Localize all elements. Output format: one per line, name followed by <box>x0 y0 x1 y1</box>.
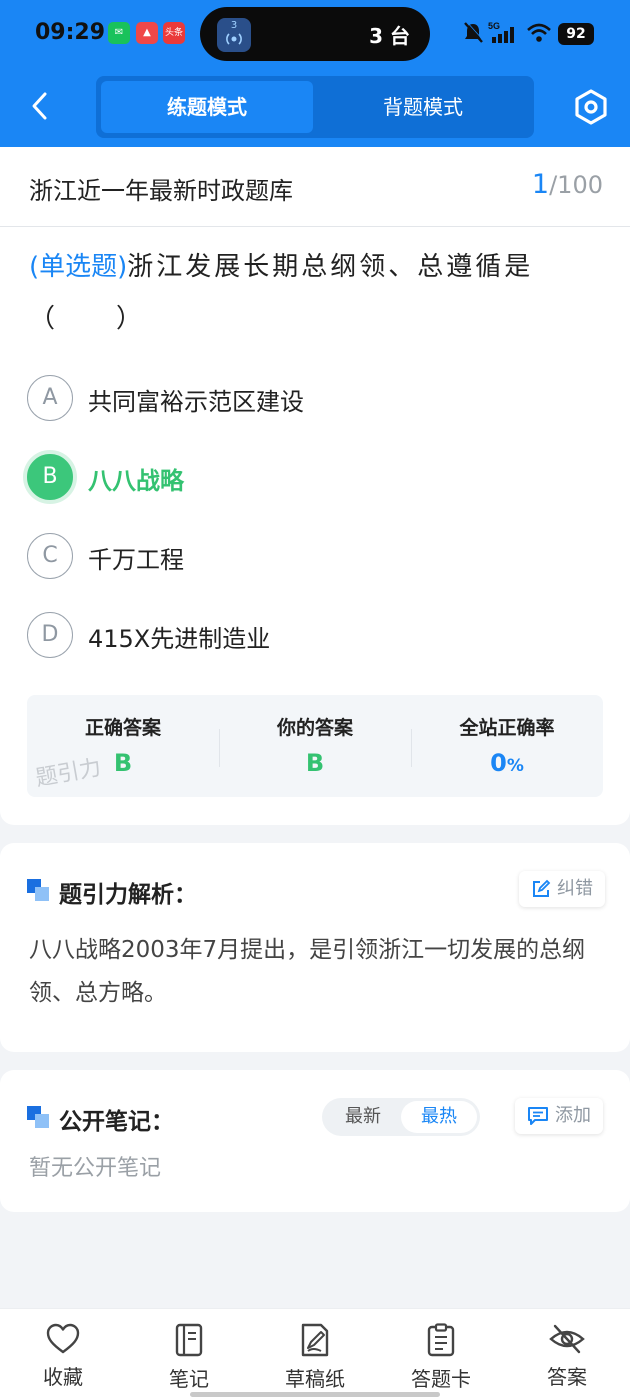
tab-draft[interactable]: 草稿纸 <box>260 1323 370 1400</box>
tab-label: 笔记 <box>169 1367 209 1391</box>
back-button[interactable] <box>22 88 58 124</box>
accuracy-unit: % <box>506 756 524 776</box>
option-text: 共同富裕示范区建设 <box>88 388 304 416</box>
option-text: 415X先进制造业 <box>88 625 271 653</box>
option-d[interactable]: D 415X先进制造业 <box>27 612 607 658</box>
tab-notes[interactable]: 笔记 <box>134 1323 244 1400</box>
your-answer: 你的答案 B <box>219 695 411 797</box>
toutiao-icon: 头条 <box>163 22 185 44</box>
tab-answer-sheet[interactable]: 答题卡 <box>386 1323 496 1400</box>
tab-practice-mode[interactable]: 练题模式 <box>101 81 313 133</box>
your-answer-value: B <box>305 749 325 777</box>
report-error-label: 纠错 <box>557 878 593 899</box>
site-accuracy-value: 0% <box>411 749 603 777</box>
report-error-button[interactable]: 纠错 <box>519 871 605 907</box>
clipboard-icon <box>427 1323 455 1357</box>
heart-icon <box>46 1323 80 1354</box>
answer-summary: 正确答案 B 题引力 你的答案 B 全站正确率 0% <box>27 695 603 797</box>
eye-off-icon <box>549 1324 585 1354</box>
tab-review-mode[interactable]: 背题模式 <box>317 81 529 133</box>
option-letter-badge: C <box>27 533 73 579</box>
nav-bar: 练题模式 背题模式 <box>0 66 630 147</box>
tab-label: 答案 <box>547 1365 587 1389</box>
question-type: (单选题) <box>29 252 128 282</box>
wifi-icon <box>527 23 551 42</box>
app-header: 09:29 ✉ ▲ 头条 3 3 台 5G 92 练题模式 背题模式 <box>0 0 630 147</box>
tab-favorite[interactable]: 收藏 <box>8 1323 118 1400</box>
tab-label: 答题卡 <box>411 1367 471 1391</box>
home-indicator[interactable] <box>190 1392 440 1397</box>
empty-notes-text: 暂无公开笔记 <box>29 1156 162 1181</box>
draft-icon <box>301 1323 329 1357</box>
notes-sort-toggle: 最新 最热 <box>322 1098 480 1136</box>
option-c[interactable]: C 千万工程 <box>27 533 607 579</box>
option-text: 千万工程 <box>88 546 184 574</box>
option-letter-badge: D <box>27 612 73 658</box>
edit-icon <box>533 879 551 897</box>
option-a[interactable]: A 共同富裕示范区建设 <box>27 375 607 421</box>
status-time: 09:29 <box>35 20 106 45</box>
analysis-text: 八八战略2003年7月提出，是引领浙江一切发展的总纲领、总方略。 <box>29 937 586 1006</box>
analysis-title: 题引力解析： <box>59 882 197 908</box>
mute-bell-icon <box>464 21 484 43</box>
status-bar: 09:29 ✉ ▲ 头条 3 3 台 5G 92 <box>0 0 630 66</box>
broadcast-icon: 3 <box>217 18 251 52</box>
site-accuracy-label: 全站正确率 <box>459 717 555 739</box>
notebook-icon <box>175 1323 203 1357</box>
option-b[interactable]: B 八八战略 <box>27 454 607 500</box>
question-bank-header: 浙江近一年最新时政题库 1/100 <box>0 147 630 227</box>
current-question-number: 1 <box>531 169 550 200</box>
question-stem: (单选题)浙江发展长期总纲领、总遵循是（ ） <box>29 241 603 345</box>
add-note-button[interactable]: 添加 <box>515 1098 603 1134</box>
total-questions: /100 <box>549 171 603 199</box>
settings-button[interactable] <box>572 88 610 126</box>
tab-label: 草稿纸 <box>285 1367 345 1391</box>
option-letter-badge: A <box>27 375 73 421</box>
add-note-label: 添加 <box>555 1105 591 1126</box>
option-text: 八八战略 <box>88 467 184 495</box>
site-accuracy: 全站正确率 0% <box>411 695 603 797</box>
correct-answer-label: 正确答案 <box>84 717 161 739</box>
battery-level: 92 <box>566 26 586 42</box>
mode-switch: 练题模式 背题模式 <box>96 76 534 138</box>
analysis-card: 题引力解析： 纠错 八八战略2003年7月提出，是引领浙江一切发展的总纲领、总方… <box>0 843 630 1052</box>
tab-answer[interactable]: 答案 <box>512 1323 622 1400</box>
question-counter: 1/100 <box>532 169 603 200</box>
signal-5g-icon: 5G <box>488 21 514 43</box>
svg-text:5G: 5G <box>488 21 500 31</box>
sort-latest[interactable]: 最新 <box>325 1101 401 1133</box>
tab-label: 收藏 <box>43 1365 83 1389</box>
notes-title: 公开笔记： <box>59 1109 174 1135</box>
app-alert-icon: ▲ <box>136 22 158 44</box>
comment-icon <box>528 1107 548 1125</box>
wechat-icon: ✉ <box>108 22 130 44</box>
notes-card: 公开笔记： 最新 最热 添加 暂无公开笔记 <box>0 1070 630 1212</box>
correct-answer: 正确答案 B 题引力 <box>27 695 219 797</box>
section-squares-icon <box>27 879 51 903</box>
sort-hottest[interactable]: 最热 <box>401 1101 477 1133</box>
accuracy-number: 0 <box>490 749 507 777</box>
battery-indicator: 92 <box>558 23 594 45</box>
island-text: 3 台 <box>369 24 410 48</box>
section-squares-icon <box>27 1106 51 1130</box>
island-icon-label: 3 <box>230 20 238 31</box>
your-answer-label: 你的答案 <box>276 717 353 739</box>
question-card: (单选题)浙江发展长期总纲领、总遵循是（ ） A 共同富裕示范区建设 B 八八战… <box>0 227 630 825</box>
question-bank-title: 浙江近一年最新时政题库 <box>29 177 293 205</box>
bottom-toolbar: 收藏 笔记 草稿纸 答题卡 答案 <box>0 1308 630 1400</box>
dynamic-island[interactable]: 3 3 台 <box>200 7 430 61</box>
option-letter-badge: B <box>27 454 73 500</box>
